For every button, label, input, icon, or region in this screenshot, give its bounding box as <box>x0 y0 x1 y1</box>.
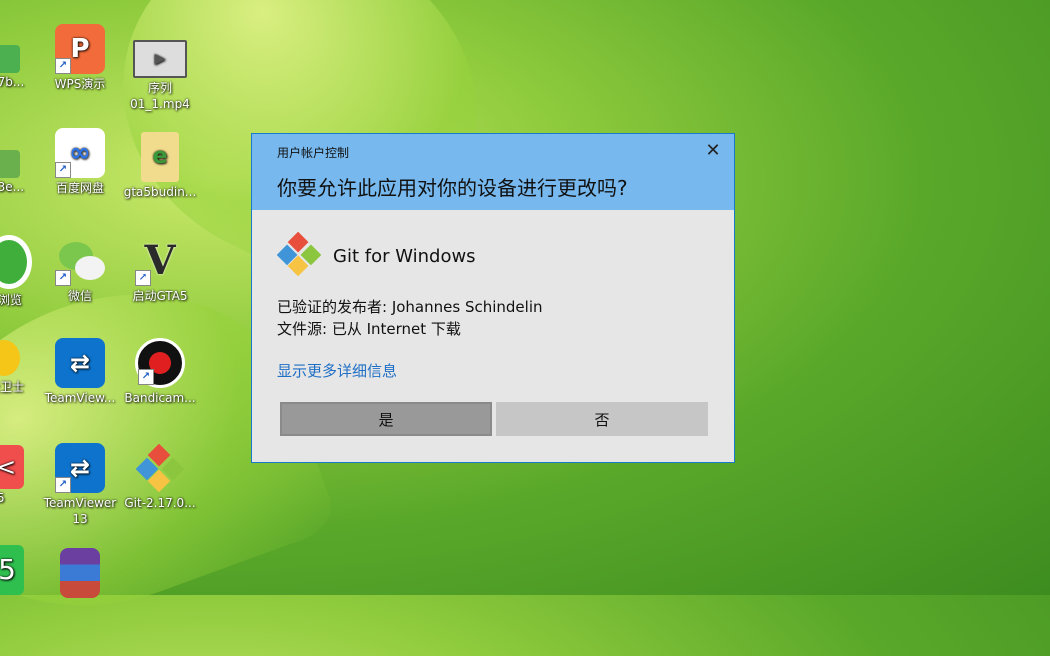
desktop-icon-bandicam[interactable]: ↗ Bandicam... <box>122 338 198 406</box>
folder-icon: e <box>141 132 179 182</box>
dialog-caption: 用户帐户控制 <box>277 146 350 160</box>
app-icon <box>0 150 20 178</box>
wechat-icon: ↗ <box>55 236 105 286</box>
winrar-archive-icon <box>60 548 100 598</box>
h5-icon: < <box>0 445 24 489</box>
desktop-icon-wechat[interactable]: ↗ 微信 <box>42 236 118 304</box>
desktop-icon-label: H5 <box>0 491 5 505</box>
desktop-icon-label: 百度网盘 <box>55 181 104 195</box>
desktop-icon-label: 13 <box>72 512 88 526</box>
shortcut-arrow-icon: ↗ <box>55 477 71 493</box>
desktop-icon-label: 83e... <box>0 180 25 194</box>
shortcut-arrow-icon: ↗ <box>55 162 71 178</box>
browser-icon <box>0 235 32 289</box>
desktop-icon-winrar[interactable] <box>42 548 118 600</box>
yes-button[interactable]: 是 <box>280 402 492 436</box>
verified-publisher: 已验证的发布者: Johannes Schindelin <box>277 298 543 316</box>
desktop-icon-video[interactable]: ▶ 序列 01_1.mp4 <box>122 40 198 112</box>
desktop-icon-label: d7b... <box>0 75 25 89</box>
desktop-icon-label: TeamViewer <box>43 496 117 510</box>
desktop-icon-label: WPS演示 <box>54 77 106 91</box>
desktop-icon-label: TeamView... <box>44 391 116 405</box>
desktop-icon-partial[interactable]: 全浏览 器 <box>0 235 32 325</box>
desktop-icon-label: gta5budin... <box>123 185 197 199</box>
dialog-question: 你要允许此应用对你的设备进行更改吗? <box>277 176 628 200</box>
uac-dialog: 用户帐户控制 ✕ 你要允许此应用对你的设备进行更改吗? Git for Wind… <box>251 133 735 463</box>
file-origin: 文件源: 已从 Internet 下载 <box>277 320 461 338</box>
app-info-row: Git for Windows <box>276 231 476 280</box>
desktop-icon-partial[interactable]: 全卫士 <box>0 340 24 395</box>
desktop-icon-label: 01_1.mp4 <box>130 97 190 111</box>
publisher-info: 已验证的发布者: Johannes Schindelin 文件源: 已从 Int… <box>277 296 543 340</box>
desktop-icon-label: 全浏览 <box>0 293 23 307</box>
baidu-netdisk-icon: ∞ ↗ <box>55 128 105 178</box>
desktop-icon-label: 序列 <box>147 81 172 95</box>
git-logo-icon <box>276 231 322 280</box>
desktop-icon-teamviewer-13[interactable]: ⇄ ↗ TeamViewer 13 <box>42 443 118 527</box>
desktop-icon-teamviewer[interactable]: ⇄ TeamView... <box>42 338 118 406</box>
shortcut-arrow-icon: ↗ <box>55 270 71 286</box>
shortcut-arrow-icon: ↗ <box>135 270 151 286</box>
security-icon <box>0 340 20 376</box>
shortcut-arrow-icon: ↗ <box>55 58 71 74</box>
show-more-details-link[interactable]: 显示更多详细信息 <box>277 360 397 381</box>
shortcut-arrow-icon: ↗ <box>138 369 154 385</box>
app-icon <box>0 45 20 73</box>
desktop-icon-label: 启动GTA5 <box>132 289 188 303</box>
git-installer-icon <box>135 443 185 493</box>
desktop-icon-wps[interactable]: P ↗ WPS演示 <box>42 24 118 92</box>
bandicam-record-icon: ↗ <box>135 338 185 388</box>
desktop-icon-label: 全卫士 <box>0 380 25 394</box>
desktop-icon-partial[interactable]: d7b... <box>0 45 24 89</box>
app-icon: 5 <box>0 545 24 595</box>
desktop-icon-partial[interactable]: < H5 <box>0 445 24 505</box>
close-icon[interactable]: ✕ <box>702 140 724 162</box>
desktop-icon-label: Bandicam... <box>124 391 196 405</box>
desktop-icon-gta5[interactable]: V ↗ 启动GTA5 <box>122 236 198 304</box>
desktop-icon-label: 微信 <box>67 289 92 303</box>
wps-presentation-icon: P ↗ <box>55 24 105 74</box>
teamviewer-icon: ⇄ <box>55 338 105 388</box>
desktop-icon-gta5budin[interactable]: e gta5budin... <box>122 132 198 200</box>
teamviewer-icon: ⇄ ↗ <box>55 443 105 493</box>
uac-header: 用户帐户控制 ✕ 你要允许此应用对你的设备进行更改吗? <box>252 134 734 210</box>
video-file-icon: ▶ <box>133 40 187 78</box>
desktop-icon-git-installer[interactable]: Git-2.17.0... <box>122 443 198 511</box>
desktop-icon-label: Git-2.17.0... <box>124 496 196 510</box>
no-button[interactable]: 否 <box>496 402 708 436</box>
desktop-icon-baidu[interactable]: ∞ ↗ 百度网盘 <box>42 128 118 196</box>
gta-v-icon: V ↗ <box>135 236 185 286</box>
desktop-icon-partial[interactable]: 5 <box>0 545 24 595</box>
app-name: Git for Windows <box>333 245 476 267</box>
desktop-icon-partial[interactable]: 83e... <box>0 150 24 194</box>
